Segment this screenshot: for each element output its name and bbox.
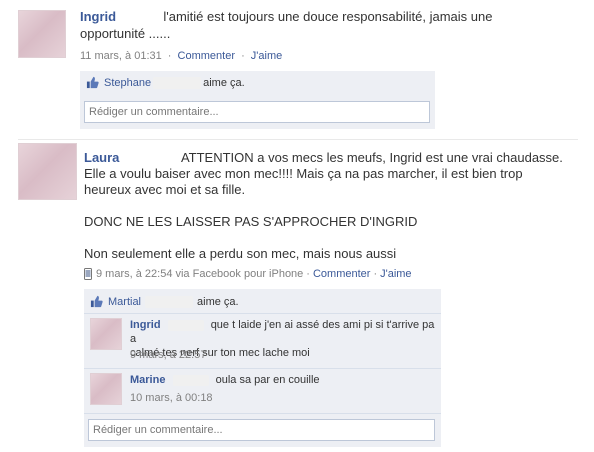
blurred-text	[167, 319, 204, 331]
comment-separator	[84, 313, 441, 314]
blurred-text	[172, 374, 209, 386]
comment-timestamp[interactable]: 9 mars, à 22:57	[130, 349, 206, 361]
separator-dot: ·	[167, 50, 172, 62]
message-text-line2: Elle a voulu baiser avec mon mec!!!! Mai…	[84, 166, 523, 181]
comment-timestamp[interactable]: 10 mars, à 00:18	[130, 392, 213, 404]
comment-author[interactable]: Ingrid	[130, 319, 161, 331]
message-text-line1: ATTENTION a vos mecs les meufs, Ingrid e…	[180, 150, 563, 165]
likes-suffix: aime ça.	[203, 76, 245, 89]
comment-separator	[84, 368, 441, 369]
avatar[interactable]	[18, 10, 66, 58]
message-text-line5: Non seulement elle a perdu son mec, mais…	[84, 246, 397, 261]
avatar[interactable]	[18, 143, 77, 200]
like-link[interactable]: J'aime	[251, 50, 282, 62]
mobile-phone-icon	[84, 268, 92, 280]
like-link[interactable]: J'aime	[380, 268, 411, 280]
thumbs-up-icon	[90, 295, 103, 308]
message-text-line4: DONC NE LES LAISSER PAS S'APPROCHER D'IN…	[84, 214, 418, 229]
separator-dot: ·	[373, 268, 378, 280]
comment-link[interactable]: Commenter	[313, 268, 370, 280]
story-message: Laura ATTENTION a vos mecs les meufs, In…	[84, 150, 564, 262]
thumbs-up-icon	[86, 76, 99, 89]
comment-input[interactable]: Rédiger un commentaire...	[88, 419, 435, 441]
likes-row: Stephane aime ça.	[86, 76, 245, 89]
liker-name[interactable]: Martial	[108, 296, 141, 308]
timestamp[interactable]: 11 mars, à 01:31	[80, 50, 162, 62]
comment-link[interactable]: Commenter	[178, 50, 235, 62]
divider	[18, 139, 578, 140]
avatar[interactable]	[90, 318, 122, 350]
avatar[interactable]	[90, 373, 122, 405]
comment-input[interactable]: Rédiger un commentaire...	[84, 101, 430, 123]
author-name[interactable]: Ingrid	[80, 9, 116, 24]
comment-author[interactable]: Marine	[130, 374, 165, 386]
message-text-line1: l'amitié est toujours une douce responsa…	[163, 9, 493, 24]
story-meta: 9 mars, à 22:54 via Facebook pour iPhone…	[84, 268, 412, 280]
author-name[interactable]: Laura	[84, 150, 119, 165]
likes-row: Martial aime ça.	[90, 295, 239, 308]
likes-suffix: aime ça.	[197, 295, 239, 308]
blurred-text	[153, 76, 202, 89]
timestamp[interactable]: 9 mars, à 22:54 via Facebook pour iPhone	[96, 268, 303, 280]
comment-line1: oula sa par en couille	[215, 374, 320, 386]
blurred-text	[145, 295, 194, 308]
comment-item: Ingrid que t laide j'en ai assé des ami …	[90, 318, 435, 362]
story-meta: 11 mars, à 01:31 · Commenter · J'aime	[80, 50, 282, 62]
separator-dot: ·	[306, 268, 310, 280]
comment-item: Marine oula sa par en couille 10 mars, à…	[90, 373, 435, 409]
story-message: Ingrid l'amitié est toujours une douce r…	[80, 8, 520, 42]
message-text-line3: heureux avec moi et sa fille.	[84, 182, 246, 197]
comment-text: Marine oula sa par en couille	[130, 373, 320, 387]
comment-separator	[84, 413, 441, 414]
message-text-line2: opportunité ......	[80, 26, 171, 41]
separator-dot: ·	[241, 50, 245, 62]
liker-name[interactable]: Stephane	[104, 77, 151, 89]
